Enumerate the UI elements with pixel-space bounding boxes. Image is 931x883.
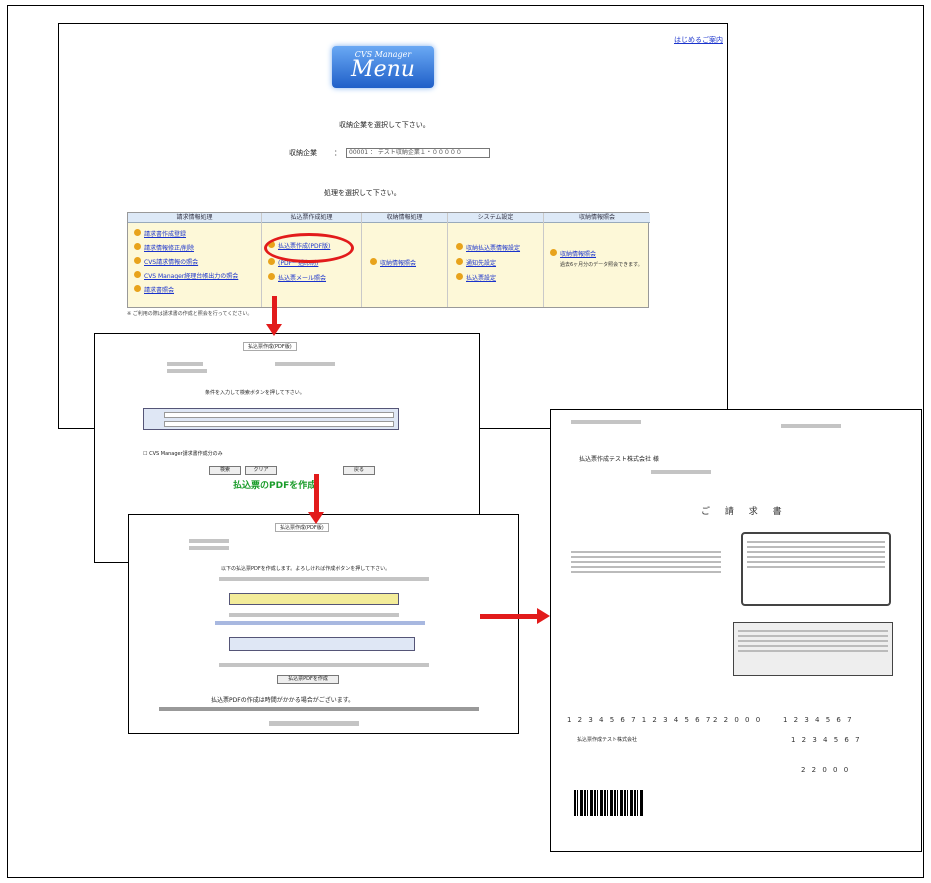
menu-item[interactable]: 請求書作成登録	[134, 229, 186, 238]
company-label: 収納企業	[289, 149, 317, 157]
menu-column-system: システム設定 収納払込票情報設定 通知先設定 払込票設定	[448, 213, 544, 307]
document-frame: はじめるご案内 CVS Manager Menu 収納企業を選択して下さい。 収…	[7, 5, 924, 878]
payment-summary-box	[741, 532, 891, 606]
notice-text: 払込票PDFの作成は時間がかかる場合がございます。	[211, 697, 355, 704]
company-name: 払込票作成テスト株式会社	[577, 737, 638, 743]
menu-item[interactable]: 請求書照会	[134, 285, 174, 294]
text-line	[189, 546, 229, 550]
short-code: 1 2 3 4 5 6 7	[783, 716, 854, 724]
cvs-manager-logo: CVS Manager Menu	[332, 46, 434, 88]
search-field[interactable]	[164, 412, 394, 418]
search-button[interactable]: 検索	[209, 466, 241, 475]
clear-button[interactable]: クリア	[245, 466, 277, 475]
confirm-title: 払込票作成(PDF版)	[275, 523, 329, 532]
process-menu: 請求情報処理 請求書作成登録 請求情報修正/削除 CVS請求情報の照会 CVS …	[127, 212, 650, 308]
menu-item[interactable]: CVS Manager経理台帳出力の照会	[134, 271, 238, 280]
process-prompt: 処理を選択して下さい。	[324, 189, 401, 197]
text-line	[275, 362, 335, 366]
invoice-message	[571, 548, 721, 576]
back-button[interactable]: 戻る	[343, 466, 375, 475]
account-numbers: 1 2 3 4 5 6 7 1 2 3 4 5 6 7	[567, 716, 713, 724]
text-line	[189, 539, 229, 543]
text-line	[167, 369, 207, 373]
menu-column-payment: 収納情報処理 収納情報照会	[362, 213, 448, 307]
search-conditions-table	[143, 408, 399, 430]
company-select[interactable]: 00001 ： テスト収納企業１・０００００	[346, 148, 490, 158]
detail-table	[229, 637, 415, 651]
text-line	[229, 613, 399, 617]
arrow-right	[480, 608, 550, 624]
text-line	[781, 424, 841, 428]
short-code-2: 1 2 3 4 5 6 7	[791, 736, 862, 744]
text-line	[571, 420, 641, 424]
confirm-instruction: 以下の払込票PDFを作成します。よろしければ作成ボタンを押して下さい。	[221, 566, 391, 572]
menu-item[interactable]: 払込票設定	[456, 273, 496, 282]
menu-item[interactable]: 払込票メール照会	[268, 273, 326, 282]
arrow-down-1	[266, 296, 282, 336]
amount-2: 2 2 0 0 0	[801, 766, 851, 774]
menu-column-billing: 請求情報処理 請求書作成登録 請求情報修正/削除 CVS請求情報の照会 CVS …	[128, 213, 262, 307]
invoice-document: 払込票作成テスト株式会社 様 ご 請 求 書 1 2 3 4 5 6 7 1 2…	[550, 409, 922, 852]
column-header: 収納情報照会	[544, 213, 650, 223]
recipient-name: 払込票作成テスト株式会社 様	[579, 456, 659, 463]
form-instruction: 条件を入力して検索ボタンを押して下さい。	[205, 390, 305, 396]
search-field[interactable]	[164, 421, 394, 427]
table-lines	[734, 623, 892, 659]
line-items-table	[733, 622, 893, 676]
checkbox-label: CVS Manager請求書作成分のみ	[149, 451, 223, 457]
column-header: 払込票作成処理	[262, 213, 361, 223]
text-line	[219, 663, 429, 667]
summary-lines	[743, 534, 889, 575]
footnote: ※ ご利用の際は請求書の作成と照会を行ってください。	[127, 311, 253, 317]
menu-item[interactable]: 収納情報照会	[550, 249, 596, 258]
form-title: 払込票作成(PDF版)	[243, 342, 297, 351]
column-header: システム設定	[448, 213, 543, 223]
column-header: 収納情報処理	[362, 213, 447, 223]
logo-line2: Menu	[351, 57, 415, 82]
text-line	[159, 707, 479, 711]
amount: 2 2 0 0 0	[713, 716, 763, 724]
text-line	[219, 577, 429, 581]
create-pdf-label[interactable]: 払込票のPDFを作成	[233, 478, 316, 491]
confirm-screen: 払込票作成(PDF版) 以下の払込票PDFを作成します。よろしければ作成ボタンを…	[128, 514, 519, 734]
menu-item[interactable]: 収納情報照会	[370, 258, 416, 267]
menu-item[interactable]: 収納払込票情報設定	[456, 243, 520, 252]
highlight-circle	[264, 233, 354, 263]
menu-item[interactable]: 通知先設定	[456, 258, 496, 267]
invoice-title: ご 請 求 書	[701, 507, 788, 517]
column-header: 請求情報処理	[128, 213, 261, 223]
colon: ：	[334, 149, 341, 157]
company-prompt: 収納企業を選択して下さい。	[339, 121, 430, 129]
text-line	[167, 362, 203, 366]
cvs-checkbox[interactable]: ☐ CVS Manager請求書作成分のみ	[143, 450, 223, 457]
create-pdf-button[interactable]: 払込票PDFを作成	[277, 675, 339, 684]
help-link[interactable]: はじめるご案内	[674, 35, 723, 45]
pager[interactable]	[269, 721, 359, 726]
arrow-down-2	[308, 474, 324, 524]
text-line	[651, 470, 711, 474]
menu-item[interactable]: CVS請求情報の照会	[134, 257, 198, 266]
text-line	[215, 621, 425, 625]
menu-column-inquiry: 収納情報照会 収納情報照会 過去6ヶ月分のデータ照会できます。	[544, 213, 650, 307]
barcode-image	[574, 790, 644, 816]
menu-item[interactable]: 請求情報修正/削除	[134, 243, 194, 252]
summary-table	[229, 593, 399, 605]
inquiry-note: 過去6ヶ月分のデータ照会できます。	[560, 262, 643, 268]
